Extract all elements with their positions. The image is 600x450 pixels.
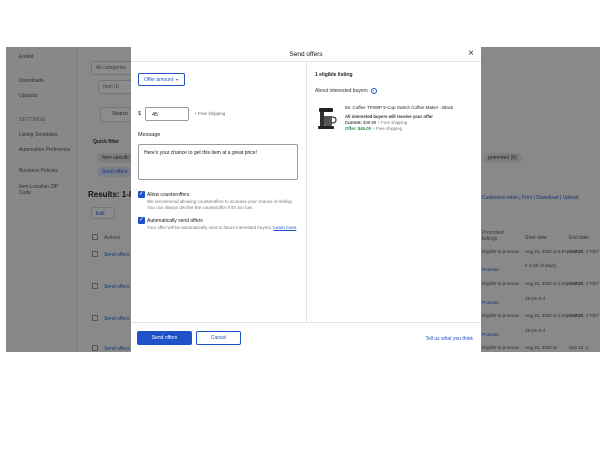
send-offers-dialog: Send offers × Offer amount ▾ $ 45 + Free… [131, 47, 481, 352]
auto-send-description-text: Your offer will be automatically sent to… [147, 225, 273, 230]
allow-counteroffers-description: We recommend allowing counteroffers to i… [147, 199, 293, 210]
chevron-down-icon: ▾ [176, 77, 179, 82]
offer-type-label: Offer amount [144, 76, 174, 83]
message-textarea[interactable]: Here's your chance to get this item at a… [138, 144, 298, 180]
current-shipping: + Free shipping [377, 120, 408, 125]
cancel-button[interactable]: Cancel [196, 331, 241, 345]
current-price-line: Current: $49.99 + Free shipping [345, 120, 407, 125]
current-price: $49.99 [363, 120, 377, 125]
about-buyers[interactable]: About interested buyers i [315, 88, 377, 94]
offer-price-line: Offer: $45.00 + Free shipping [345, 126, 402, 131]
eligible-listing-count: 1 eligible listing [315, 72, 353, 78]
offer-form: Offer amount ▾ $ 45 + Free shipping Mess… [131, 62, 306, 322]
dialog-title: Send offers [289, 51, 323, 58]
send-offers-button[interactable]: Send offers [137, 331, 192, 345]
auto-send-description: Your offer will be automatically sent to… [147, 225, 297, 231]
feedback-link[interactable]: Tell us what you think [425, 336, 473, 342]
offer-price-summary: Offer: $45.00 [345, 126, 372, 131]
product-thumbnail [318, 108, 337, 129]
dialog-header: Send offers × [131, 47, 481, 62]
all-buyers-text: All interested buyers will receive your … [345, 114, 433, 119]
message-label: Message [138, 132, 161, 138]
auto-send-checkbox[interactable]: ✓ [138, 217, 145, 224]
product-title[interactable]: Mr. Coffee TF5WP 5-Cup Switch Coffee Mak… [345, 105, 453, 110]
free-shipping-note: + Free shipping [194, 111, 226, 116]
offer-type-dropdown[interactable]: Offer amount ▾ [138, 73, 185, 86]
learn-more-link[interactable]: Learn more [273, 225, 296, 230]
listing-summary: 1 eligible listing About interested buye… [306, 62, 481, 322]
allow-counteroffers-checkbox[interactable]: ✓ [138, 191, 145, 198]
about-buyers-label[interactable]: About interested buyers [315, 88, 368, 94]
info-icon[interactable]: i [370, 88, 377, 94]
offer-shipping: + Free shipping [372, 126, 402, 131]
offer-price-input[interactable]: 45 [145, 107, 189, 121]
close-icon[interactable]: × [466, 49, 476, 59]
auto-send-label[interactable]: Automatically send offers [147, 218, 203, 224]
dialog-footer: Send offers Cancel Tell us what you thin… [131, 322, 481, 352]
all-buyers-note: All interested buyers will receive your … [345, 114, 433, 119]
current-label: Current: [345, 120, 362, 125]
allow-counteroffers-label[interactable]: Allow counteroffers [147, 192, 189, 198]
currency-symbol: $ [138, 111, 142, 117]
